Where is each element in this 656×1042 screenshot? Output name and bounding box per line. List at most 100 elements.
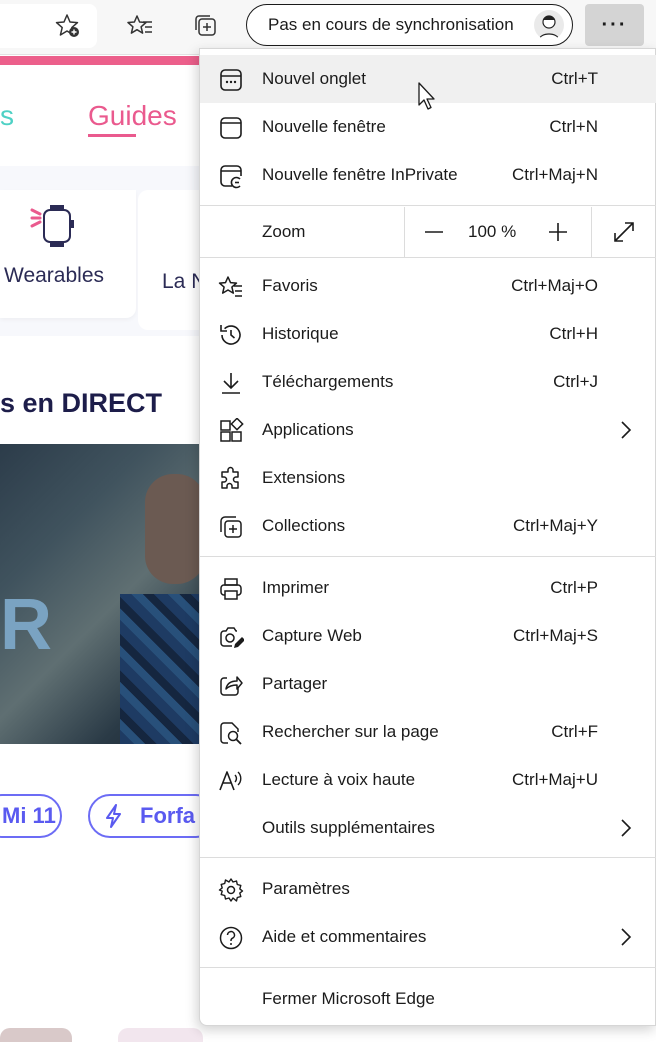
menu-item-label: Paramètres [262, 879, 350, 898]
menu-item-collections[interactable]: Collections Ctrl+Maj+Y [200, 502, 656, 550]
mouse-cursor-icon [418, 82, 438, 110]
menu-item-applications[interactable]: Applications [200, 406, 656, 454]
collections-toolbar-icon[interactable] [190, 10, 222, 42]
menu-item-label: Historique [262, 324, 339, 343]
menu-item-new-window[interactable]: Nouvelle fenêtre Ctrl+N [200, 103, 656, 151]
menu-item-label: Capture Web [262, 626, 362, 645]
category-card-partial[interactable] [138, 190, 208, 330]
menu-separator [200, 967, 656, 968]
thumbnail-letter: R [0, 585, 52, 665]
menu-item-read-aloud[interactable]: Lecture à voix haute Ctrl+Maj+U [200, 756, 656, 804]
menu-item-label: Fermer Microsoft Edge [262, 989, 435, 1008]
settings-icon [218, 877, 244, 903]
menu-item-shortcut: Ctrl+F [551, 722, 598, 741]
tag-label: Forfa [140, 803, 195, 828]
menu-item-shortcut: Ctrl+Maj+N [512, 165, 598, 184]
minus-icon [425, 231, 443, 233]
menu-item-close-edge[interactable]: Fermer Microsoft Edge [200, 975, 656, 1023]
menu-item-label: Téléchargements [262, 372, 394, 391]
browser-toolbar: Pas en cours de synchronisation ··· [0, 0, 656, 55]
zoom-value: 100 % [468, 222, 517, 241]
nav-item-partial[interactable]: s [0, 100, 14, 132]
menu-item-find-on-page[interactable]: Rechercher sur la page Ctrl+F [200, 708, 656, 756]
menu-item-favorites[interactable]: Favoris Ctrl+Maj+O [200, 262, 656, 310]
menu-item-label: Lecture à voix haute [262, 770, 416, 789]
menu-item-share[interactable]: Partager [200, 660, 656, 708]
menu-item-label: Nouvelle fenêtre InPrivate [262, 165, 458, 184]
menu-item-shortcut: Ctrl+P [550, 578, 598, 597]
nav-active-underline [88, 134, 136, 137]
menu-item-label: Imprimer [262, 578, 330, 597]
menu-item-label: Extensions [262, 468, 346, 487]
smartwatch-icon [30, 204, 80, 248]
menu-item-help-feedback[interactable]: Aide et commentaires [200, 913, 656, 961]
category-card-wearables[interactable] [0, 190, 136, 318]
menu-item-label: Partager [262, 674, 328, 693]
menu-item-shortcut: Ctrl+N [549, 117, 598, 136]
article-thumbnail[interactable] [118, 1028, 203, 1042]
chevron-right-icon [616, 818, 636, 838]
zoom-divider [591, 207, 592, 257]
menu-item-shortcut: Ctrl+Maj+Y [512, 516, 598, 535]
new-window-icon [218, 115, 244, 141]
help-icon [218, 925, 244, 951]
menu-item-shortcut: Ctrl+H [549, 324, 598, 343]
menu-item-web-capture[interactable]: Capture Web Ctrl+Maj+S [200, 612, 656, 660]
sync-profile-button[interactable]: Pas en cours de synchronisation [246, 4, 573, 46]
chevron-right-icon [616, 420, 636, 440]
favorites-icon [218, 274, 244, 300]
plus-icon [549, 223, 567, 241]
collections-icon [218, 514, 244, 540]
inprivate-window-icon [218, 163, 244, 189]
section-heading: s en DIRECT [0, 388, 163, 418]
full-screen-button[interactable] [607, 215, 641, 249]
menu-item-label: Rechercher sur la page [262, 722, 439, 741]
zoom-divider [404, 207, 405, 257]
menu-item-new-inprivate-window[interactable]: Nouvelle fenêtre InPrivate Ctrl+Maj+N [200, 151, 656, 199]
menu-item-label: Nouvel onglet [262, 69, 366, 88]
nav-item-guides[interactable]: Guides [88, 100, 177, 132]
web-capture-icon [218, 624, 244, 650]
address-bar[interactable] [0, 4, 97, 48]
add-favorite-icon[interactable] [52, 10, 84, 42]
menu-item-extensions[interactable]: Extensions [200, 454, 656, 502]
settings-and-more-button[interactable]: ··· [585, 4, 644, 46]
lightning-icon [104, 804, 124, 828]
menu-item-settings[interactable]: Paramètres [200, 865, 656, 913]
menu-separator [200, 205, 656, 206]
menu-item-label: Outils supplémentaires [262, 818, 435, 837]
menu-separator [200, 857, 656, 858]
settings-menu: Nouvel onglet Ctrl+T Nouvelle fenêtre Ct… [199, 48, 656, 1026]
menu-item-history[interactable]: Historique Ctrl+H [200, 310, 656, 358]
more-icon: ··· [601, 13, 628, 36]
favorites-bar-icon[interactable] [124, 10, 156, 42]
print-icon [218, 576, 244, 602]
full-screen-icon [614, 222, 634, 242]
menu-item-label: Favoris [262, 276, 318, 295]
download-icon [218, 370, 244, 396]
menu-item-downloads[interactable]: Téléchargements Ctrl+J [200, 358, 656, 406]
article-thumbnail[interactable] [0, 1028, 72, 1042]
zoom-out-button[interactable] [417, 215, 451, 249]
person-image [145, 474, 205, 584]
tag-pill-mi11[interactable]: Mi 11 [0, 794, 62, 838]
menu-item-shortcut: Ctrl+J [553, 372, 598, 391]
menu-item-more-tools[interactable]: Outils supplémentaires [200, 804, 656, 852]
menu-item-shortcut: Ctrl+Maj+S [512, 626, 598, 645]
menu-item-label: Nouvelle fenêtre [262, 117, 386, 136]
history-icon [218, 322, 244, 348]
find-icon [218, 720, 244, 746]
sync-status-label: Pas en cours de synchronisation [268, 15, 514, 34]
zoom-in-button[interactable] [541, 215, 575, 249]
menu-item-label: Applications [262, 420, 354, 439]
new-tab-icon [218, 67, 244, 93]
menu-item-print[interactable]: Imprimer Ctrl+P [200, 564, 656, 612]
chevron-right-icon [616, 927, 636, 947]
featured-video-thumbnail[interactable]: R [0, 444, 210, 744]
menu-item-shortcut: Ctrl+Maj+O [511, 276, 598, 295]
read-aloud-icon [218, 768, 244, 794]
share-icon [218, 672, 244, 698]
category-label-wearables: Wearables [4, 264, 104, 287]
menu-separator [200, 556, 656, 557]
menu-separator [200, 257, 656, 258]
